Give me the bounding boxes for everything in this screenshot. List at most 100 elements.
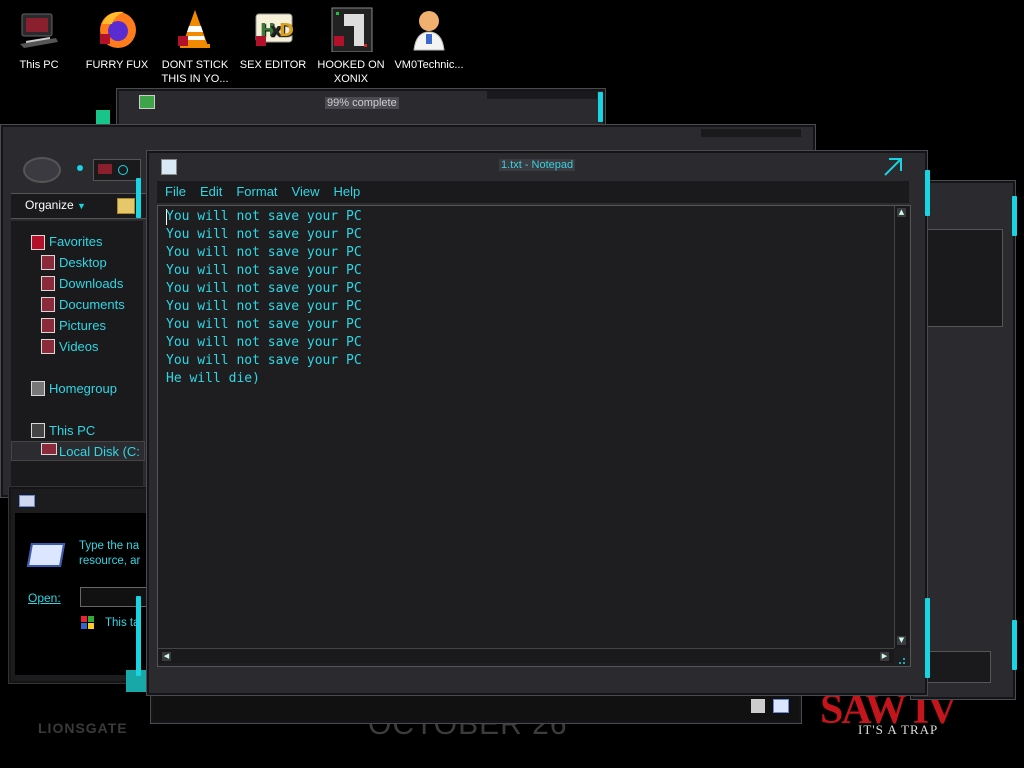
desktop-icon-furry-fux[interactable]: FURRY FUX xyxy=(78,6,156,72)
desktop-icon-label-line1: HOOKED ON xyxy=(317,59,385,71)
wallpaper-tagline: IT'S A TRAP xyxy=(858,722,939,737)
technician-person-icon xyxy=(406,6,452,52)
admin-note: This ta xyxy=(105,617,140,629)
background-window-panel xyxy=(925,229,1003,327)
notepad-app-icon xyxy=(161,159,177,175)
desktop-icon-label: This PC xyxy=(19,59,59,71)
desktop-icon-hooked-on-xonix[interactable]: HOOKED ON XONIX xyxy=(312,6,390,86)
desktop-icon-label: FURRY FUX xyxy=(85,59,149,71)
menu-file[interactable]: File xyxy=(165,184,186,199)
copy-window-icon xyxy=(139,95,155,109)
drive-icon xyxy=(41,443,57,455)
scroll-down-arrow-icon[interactable]: ▼ xyxy=(897,636,906,645)
computer-icon xyxy=(31,423,45,438)
star-icon xyxy=(31,235,45,250)
text-line: You will not save your PC xyxy=(166,299,362,314)
text-line: You will not save your PC xyxy=(166,317,362,332)
copy-window-title: 99% complete xyxy=(325,97,399,109)
notepad-content: You will not save your PC You will not s… xyxy=(166,208,362,388)
text-line: You will not save your PC xyxy=(166,227,362,242)
address-bar[interactable] xyxy=(93,159,141,181)
desktop-icon-sex-editor[interactable]: HxD SEX EDITOR xyxy=(234,6,312,72)
vertical-scrollbar[interactable]: ▲ ▼ xyxy=(894,206,909,648)
open-label: Open: xyxy=(28,591,61,605)
nav-item-pictures[interactable]: Pictures xyxy=(59,318,106,333)
desktop-icon-label-line2: THIS IN YO... xyxy=(161,73,229,85)
run-dialog-window[interactable]: Type the na resource, ar Open: This ta xyxy=(8,486,151,684)
scroll-up-arrow-icon[interactable]: ▲ xyxy=(897,208,906,217)
shield-icon xyxy=(81,615,95,629)
firefox-icon xyxy=(94,6,140,52)
pc-address-icon xyxy=(98,164,112,174)
desktop-icon-label: SEX EDITOR xyxy=(239,59,307,71)
window-edge-accent xyxy=(925,598,930,678)
notepad-menu-bar: File Edit Format View Help xyxy=(157,181,909,203)
back-button[interactable] xyxy=(23,157,61,183)
run-description: Type the na resource, ar xyxy=(79,539,140,569)
run-description-line2: resource, ar xyxy=(79,555,141,567)
desktop-icon-vm0technic[interactable]: VM0Technic... xyxy=(390,6,468,72)
horizontal-scrollbar[interactable]: ◀ ▶ xyxy=(158,648,894,663)
wallpaper-studio-text: LIONSGATE xyxy=(38,720,128,736)
nav-item-this-pc[interactable]: This PC xyxy=(49,423,95,438)
run-window-icon xyxy=(19,495,35,507)
vlc-cone-icon xyxy=(172,6,218,52)
explorer-toolbar: Organize ▼ xyxy=(11,193,147,219)
videos-folder-icon xyxy=(41,339,55,354)
window-edge-accent xyxy=(1012,196,1017,236)
menu-view[interactable]: View xyxy=(292,184,320,199)
text-line: You will not save your PC xyxy=(166,209,362,224)
menu-help[interactable]: Help xyxy=(333,184,360,199)
homegroup-icon xyxy=(31,381,45,396)
text-line: You will not save your PC xyxy=(166,335,362,350)
computer-icon xyxy=(16,6,62,52)
text-line: You will not save your PC xyxy=(166,263,362,278)
nav-item-videos[interactable]: Videos xyxy=(59,339,99,354)
nav-item-downloads[interactable]: Downloads xyxy=(59,276,123,291)
window-title-ornament xyxy=(487,91,597,99)
menu-edit[interactable]: Edit xyxy=(200,184,222,199)
view-details-icon[interactable] xyxy=(751,699,765,713)
notepad-window[interactable]: 1.txt - Notepad File Edit Format View He… xyxy=(146,150,928,696)
organize-button[interactable]: Organize ▼ xyxy=(25,198,86,212)
desktop-icon-label-line2: XONIX xyxy=(333,73,369,85)
forward-button[interactable] xyxy=(77,165,83,171)
nav-item-favorites[interactable]: Favorites xyxy=(49,234,102,249)
desktop-folder-icon xyxy=(41,255,55,270)
organize-label: Organize xyxy=(25,198,74,212)
scroll-left-arrow-icon[interactable]: ◀ xyxy=(162,652,171,661)
hxd-editor-icon: HxD xyxy=(250,6,296,52)
resize-grip-icon[interactable] xyxy=(896,650,906,664)
menu-format[interactable]: Format xyxy=(236,184,277,199)
notepad-title: 1.txt - Notepad xyxy=(499,159,576,171)
nav-item-documents[interactable]: Documents xyxy=(59,297,125,312)
view-tiles-icon[interactable] xyxy=(773,699,789,713)
window-title-ornament xyxy=(701,129,801,137)
documents-folder-icon xyxy=(41,297,55,312)
run-program-icon xyxy=(26,543,66,567)
close-icon[interactable] xyxy=(881,155,905,179)
text-line: You will not save your PC xyxy=(166,281,362,296)
text-line: He will die) xyxy=(166,371,260,386)
pictures-folder-icon xyxy=(41,318,55,333)
desktop-icon-this-pc[interactable]: This PC xyxy=(0,6,78,72)
xonix-game-icon xyxy=(328,6,374,53)
desktop-icon-label-line1: DONT STICK xyxy=(161,59,229,71)
window-edge-accent xyxy=(136,596,141,676)
address-dot-icon xyxy=(118,165,128,175)
text-line: You will not save your PC xyxy=(166,245,362,260)
nav-item-local-disk[interactable]: Local Disk (C: xyxy=(59,444,140,459)
folder-view-icon[interactable] xyxy=(117,198,135,214)
window-edge-accent xyxy=(136,178,141,218)
nav-item-desktop[interactable]: Desktop xyxy=(59,255,107,270)
nav-item-homegroup[interactable]: Homegroup xyxy=(49,381,117,396)
notepad-text-area[interactable]: You will not save your PC You will not s… xyxy=(157,205,911,667)
desktop-icon-label: VM0Technic... xyxy=(394,59,464,71)
chevron-down-icon: ▼ xyxy=(77,201,86,211)
window-edge-accent xyxy=(925,170,930,216)
desktop-icon-dont-stick[interactable]: DONT STICK THIS IN YO... xyxy=(156,6,234,86)
svg-text:D: D xyxy=(279,20,294,41)
downloads-folder-icon xyxy=(41,276,55,291)
run-description-line1: Type the na xyxy=(79,540,140,552)
scroll-right-arrow-icon[interactable]: ▶ xyxy=(880,652,889,661)
